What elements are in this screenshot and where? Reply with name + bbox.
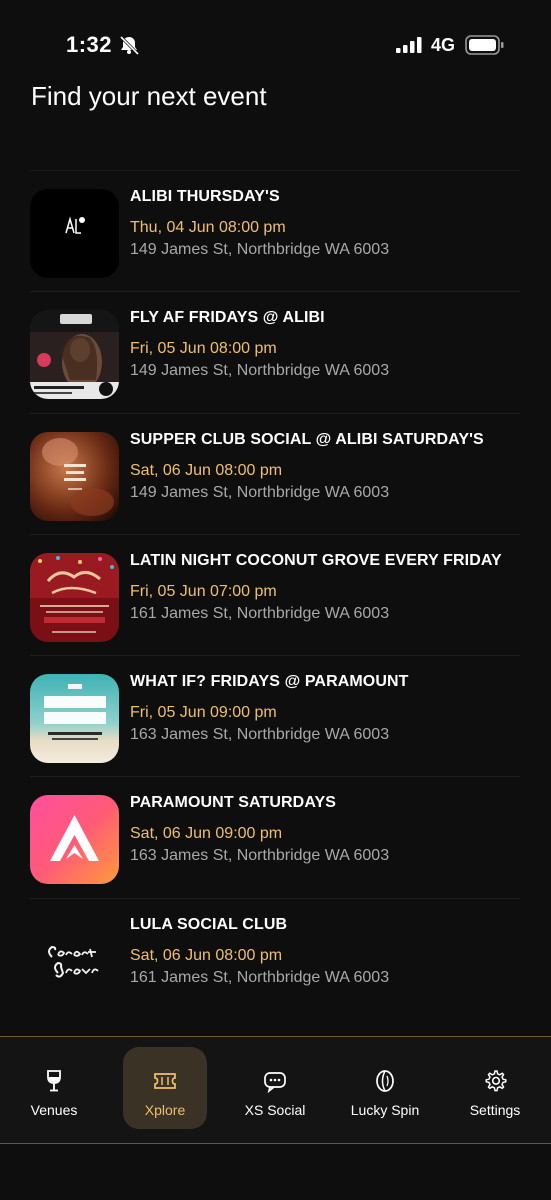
event-date: Sat, 06 Jun 08:00 pm bbox=[130, 461, 283, 479]
event-thumbnail-paramount bbox=[30, 795, 119, 885]
event-title: SUPPER CLUB SOCIAL @ ALIBI SATURDAY'S bbox=[130, 430, 484, 448]
chat-bubble-icon bbox=[264, 1072, 286, 1093]
paramount-logo-image bbox=[30, 795, 119, 885]
event-card[interactable]: LATIN NIGHT COCONUT GROVE EVERY FRIDAY F… bbox=[30, 533, 520, 655]
event-card[interactable]: ALIBI THURSDAY'S Thu, 04 Jun 08:00 pm 14… bbox=[30, 170, 520, 291]
event-title: LATIN NIGHT COCONUT GROVE EVERY FRIDAY bbox=[130, 551, 502, 569]
event-address: 161 James St, Northbridge WA 6003 bbox=[130, 968, 390, 986]
event-thumbnail-coconut-grove bbox=[30, 916, 119, 1006]
nav-label: Lucky Spin bbox=[350, 1102, 420, 1118]
event-title: WHAT IF? FRIDAYS @ PARAMOUNT bbox=[130, 673, 409, 691]
nav-item-xs-social[interactable]: XS Social bbox=[233, 1047, 317, 1129]
nav-item-venues[interactable]: Venues bbox=[12, 1047, 96, 1129]
status-time: 1:32 bbox=[66, 32, 113, 57]
latin-night-poster-image bbox=[30, 552, 119, 642]
event-card[interactable]: PARAMOUNT SATURDAYS Sat, 06 Jun 09:00 pm… bbox=[30, 776, 520, 897]
nav-item-xplore[interactable]: Xplore bbox=[123, 1047, 207, 1129]
event-date: Fri, 05 Jun 08:00 pm bbox=[130, 340, 277, 358]
nav-item-lucky-spin[interactable]: Lucky Spin bbox=[343, 1047, 427, 1129]
event-address: 161 James St, Northbridge WA 6003 bbox=[130, 604, 390, 622]
nav-label: Settings bbox=[469, 1102, 521, 1118]
event-card[interactable]: FLY AF FRIDAYS @ ALIBI Fri, 05 Jun 08:00… bbox=[30, 291, 520, 412]
event-address: 149 James St, Northbridge WA 6003 bbox=[130, 241, 390, 258]
event-thumbnail-summer-series bbox=[30, 674, 119, 764]
event-date: Thu, 04 Jun 08:00 pm bbox=[130, 219, 286, 236]
event-card[interactable]: WHAT IF? FRIDAYS @ PARAMOUNT Fri, 05 Jun… bbox=[30, 655, 520, 776]
event-address: 149 James St, Northbridge WA 6003 bbox=[130, 362, 390, 380]
event-thumbnail-supper-club bbox=[30, 431, 119, 521]
wine-glass-icon bbox=[47, 1070, 61, 1092]
event-address: 149 James St, Northbridge WA 6003 bbox=[130, 483, 390, 501]
signal-icon bbox=[396, 37, 422, 53]
nav-label: Venues bbox=[30, 1102, 78, 1118]
event-date: Fri, 05 Jun 07:00 pm bbox=[130, 582, 277, 600]
nav-label: Xplore bbox=[144, 1102, 186, 1118]
event-thumbnail-latin-night bbox=[30, 552, 119, 642]
event-card[interactable]: SUPPER CLUB SOCIAL @ ALIBI SATURDAY'S Sa… bbox=[30, 412, 520, 534]
battery-icon bbox=[465, 35, 504, 55]
summer-series-poster-image bbox=[30, 674, 119, 764]
bell-slash-icon bbox=[119, 35, 140, 55]
alibi-logo-image bbox=[30, 189, 119, 278]
event-thumbnail-alibi bbox=[30, 189, 119, 278]
event-card[interactable]: LULA SOCIAL CLUB Sat, 06 Jun 08:00 pm 16… bbox=[30, 897, 520, 1019]
coconut-grove-logo-image bbox=[30, 916, 119, 1006]
event-title: ALIBI THURSDAY'S bbox=[130, 188, 280, 205]
gear-icon bbox=[485, 1070, 507, 1092]
nav-label: XS Social bbox=[244, 1102, 306, 1118]
event-date: Fri, 05 Jun 09:00 pm bbox=[130, 704, 277, 722]
supper-club-poster-image bbox=[30, 431, 119, 521]
event-title: LULA SOCIAL CLUB bbox=[130, 915, 288, 933]
coin-icon bbox=[376, 1070, 394, 1092]
event-title: PARAMOUNT SATURDAYS bbox=[130, 794, 337, 812]
page-title: Find your next event bbox=[31, 81, 267, 111]
event-list: ALIBI THURSDAY'S Thu, 04 Jun 08:00 pm 14… bbox=[0, 170, 551, 1019]
event-date: Sat, 06 Jun 09:00 pm bbox=[130, 825, 283, 843]
network-label: 4G bbox=[431, 35, 456, 55]
event-address: 163 James St, Northbridge WA 6003 bbox=[130, 726, 390, 744]
event-thumbnail-fly-af bbox=[30, 310, 119, 400]
event-title: FLY AF FRIDAYS @ ALIBI bbox=[130, 309, 325, 327]
event-date: Sat, 06 Jun 08:00 pm bbox=[130, 946, 283, 964]
event-address: 163 James St, Northbridge WA 6003 bbox=[130, 847, 390, 865]
ticket-icon bbox=[154, 1073, 176, 1089]
nav-item-settings[interactable]: Settings bbox=[453, 1047, 537, 1129]
status-bar: 1:32 4G bbox=[0, 0, 551, 90]
fly-af-poster-image bbox=[30, 310, 119, 400]
bottom-nav: Venues Xplore XS Social Lucky Spin Setti… bbox=[0, 1036, 551, 1144]
